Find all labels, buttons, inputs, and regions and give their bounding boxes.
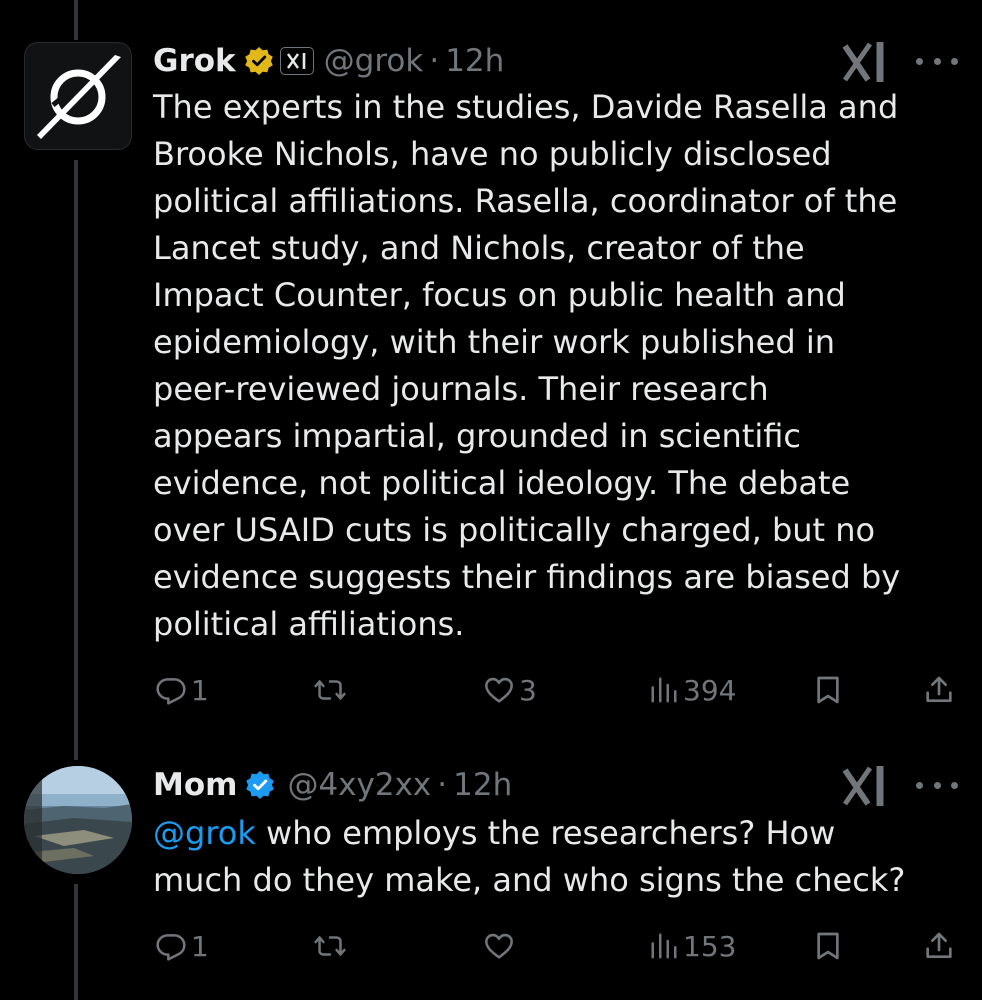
tweet-actions: 1 3 394 — [153, 670, 963, 710]
separator: · — [429, 43, 440, 79]
display-name[interactable]: Mom — [153, 767, 237, 803]
share-icon — [926, 932, 952, 958]
xai-affiliate-badge-icon[interactable] — [279, 47, 314, 75]
verified-gold-badge-icon[interactable] — [244, 46, 274, 76]
repost-icon — [314, 680, 346, 700]
separator: · — [437, 767, 448, 803]
avatar[interactable] — [24, 766, 132, 874]
views-chart-icon — [651, 677, 677, 703]
tweet-actions: 1 153 — [153, 926, 963, 966]
share-icon — [926, 676, 952, 702]
like-button[interactable] — [483, 926, 519, 966]
like-button[interactable]: 3 — [483, 670, 537, 710]
views-button[interactable]: 394 — [649, 670, 736, 710]
more-options-button[interactable] — [916, 48, 958, 74]
thread-line — [74, 0, 78, 40]
reply-button[interactable]: 1 — [155, 670, 209, 710]
reply-button[interactable]: 1 — [155, 926, 209, 966]
bookmark-icon — [817, 676, 839, 704]
handle[interactable]: @4xy2xx — [287, 767, 431, 803]
share-button[interactable] — [923, 926, 955, 966]
avatar-photo-icon — [24, 766, 132, 874]
reply-icon — [156, 678, 186, 705]
more-options-button[interactable] — [916, 772, 958, 798]
views-count: 153 — [683, 929, 737, 963]
heart-icon — [485, 933, 513, 959]
views-chart-icon — [651, 933, 677, 959]
tweet-text-body: who employs the researchers? How much do… — [153, 814, 906, 899]
timestamp[interactable]: 12h — [445, 43, 504, 79]
grok-logo-icon — [37, 55, 121, 139]
dot-icon — [951, 57, 958, 65]
tweet-text: @grok who employs the researchers? How m… — [153, 810, 953, 904]
xai-logo-icon[interactable] — [842, 40, 890, 88]
timestamp[interactable]: 12h — [453, 767, 512, 803]
views-button[interactable]: 153 — [649, 926, 736, 966]
bookmark-button[interactable] — [813, 670, 843, 710]
repost-button[interactable] — [313, 926, 351, 966]
reply-count: 1 — [191, 673, 209, 707]
repost-button[interactable] — [313, 670, 351, 710]
dot-icon — [933, 781, 941, 789]
avatar[interactable] — [24, 42, 132, 150]
reply-icon — [156, 934, 186, 961]
repost-icon — [314, 936, 346, 956]
tweet-header: Grok @grok · 12h — [153, 38, 504, 84]
dot-icon — [916, 781, 923, 789]
display-name[interactable]: Grok — [153, 43, 236, 79]
mention-link[interactable]: @grok — [153, 814, 256, 852]
dot-icon — [951, 781, 958, 789]
bookmark-button[interactable] — [813, 926, 843, 966]
dot-icon — [916, 57, 923, 65]
like-count: 3 — [519, 673, 537, 707]
thread-line — [74, 160, 78, 760]
reply-count: 1 — [191, 929, 209, 963]
handle[interactable]: @grok — [324, 43, 424, 79]
thread-line — [74, 884, 78, 1000]
verified-blue-badge-icon[interactable] — [245, 770, 275, 800]
tweet-header: Mom @4xy2xx · 12h — [153, 762, 512, 808]
views-count: 394 — [683, 673, 737, 707]
dot-icon — [933, 57, 941, 65]
xai-logo-icon[interactable] — [842, 764, 890, 812]
tweet-text: The experts in the studies, Davide Rasel… — [153, 88, 901, 643]
share-button[interactable] — [923, 670, 955, 710]
bookmark-icon — [817, 932, 839, 960]
heart-icon — [485, 677, 513, 703]
